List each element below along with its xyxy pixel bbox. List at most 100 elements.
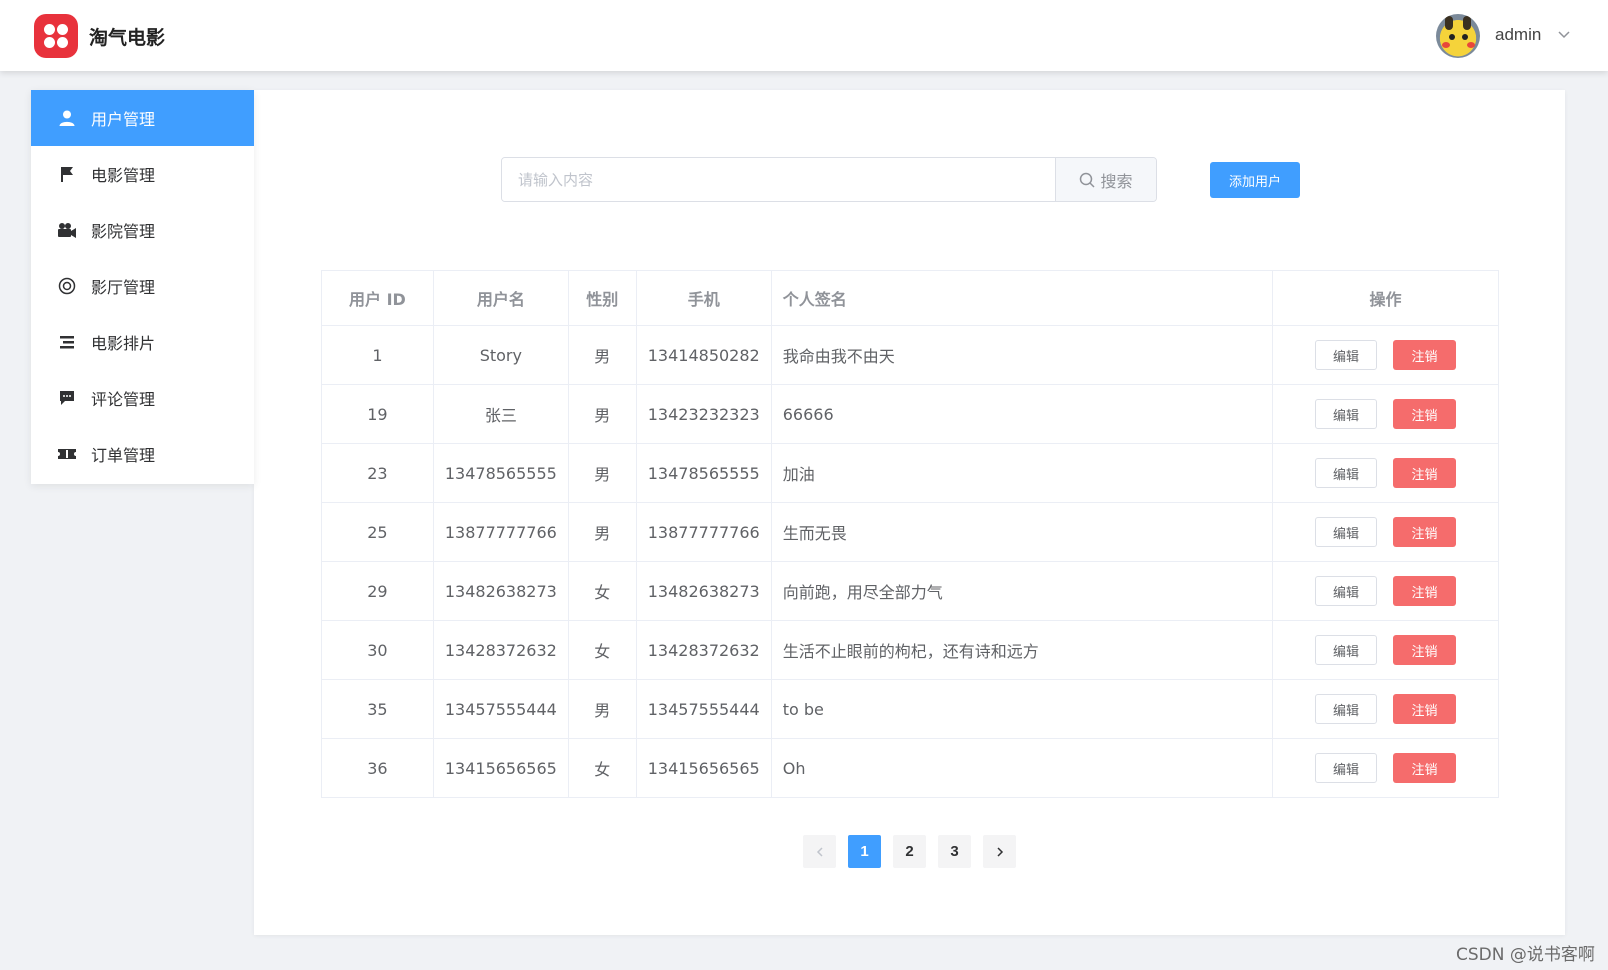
- sidebar-item-hall-management[interactable]: 影厅管理: [31, 258, 254, 314]
- edit-button[interactable]: 编辑: [1315, 399, 1378, 429]
- cell-signature: 66666: [770, 384, 1274, 444]
- cell-phone: 13428372632: [635, 620, 772, 680]
- cell-signature: 生活不止眼前的枸杞，还有诗和远方: [770, 620, 1274, 680]
- table-row: 1 Story 男 13414850282 我命由我不由天 编辑 注销: [321, 325, 1499, 385]
- cell-username: 13457555444: [432, 679, 569, 739]
- chevron-left-icon: [816, 846, 823, 857]
- cell-username: 13482638273: [432, 561, 569, 621]
- avatar[interactable]: [1436, 14, 1480, 58]
- cell-user-id: 19: [321, 384, 434, 444]
- user-table: 用户 ID 用户名 性别 手机 个人签名 操作 1 Story 男 134148502…: [321, 270, 1499, 798]
- sidebar-item-label: 影院管理: [91, 222, 156, 241]
- cell-gender: 男: [567, 443, 637, 503]
- sidebar-item-label: 影厅管理: [91, 278, 156, 297]
- edit-button[interactable]: 编辑: [1315, 340, 1378, 370]
- page-button-2[interactable]: 2: [893, 835, 926, 868]
- deactivate-button[interactable]: 注销: [1393, 517, 1457, 547]
- next-page-button[interactable]: [983, 835, 1016, 868]
- table-row: 36 13415656565 女 13415656565 Oh 编辑 注销: [321, 738, 1499, 798]
- cell-gender: 男: [567, 679, 637, 739]
- cell-signature: Oh: [770, 738, 1274, 798]
- cell-actions: 编辑 注销: [1272, 679, 1499, 739]
- edit-button[interactable]: 编辑: [1315, 517, 1378, 547]
- page-button-1[interactable]: 1: [848, 835, 881, 868]
- pagination: 1 2 3: [803, 835, 1016, 868]
- cell-phone: 13415656565: [635, 738, 772, 798]
- cell-gender: 男: [567, 502, 637, 562]
- edit-button[interactable]: 编辑: [1315, 635, 1378, 665]
- cell-phone: 13478565555: [635, 443, 772, 503]
- search-button[interactable]: 搜索: [1055, 158, 1156, 201]
- table-row: 29 13482638273 女 13482638273 向前跑，用尽全部力气 编辑 注销: [321, 561, 1499, 621]
- sidebar-item-comment-management[interactable]: 评论管理: [31, 370, 254, 426]
- column-header: 性别: [567, 270, 637, 326]
- watermark: CSDN @说书客啊: [1456, 945, 1595, 965]
- page-button-3[interactable]: 3: [938, 835, 971, 868]
- comment-icon: [57, 388, 77, 408]
- search-input[interactable]: [502, 158, 1055, 201]
- cell-username: 张三: [432, 384, 569, 444]
- cell-user-id: 35: [321, 679, 434, 739]
- table-header-row: 用户 ID 用户名 性别 手机 个人签名 操作: [321, 270, 1499, 326]
- cell-user-id: 29: [321, 561, 434, 621]
- deactivate-button[interactable]: 注销: [1393, 458, 1457, 488]
- prev-page-button[interactable]: [803, 835, 836, 868]
- cell-actions: 编辑 注销: [1272, 443, 1499, 503]
- deactivate-button[interactable]: 注销: [1393, 635, 1457, 665]
- sidebar-item-movie-schedule[interactable]: 电影排片: [31, 314, 254, 370]
- sidebar-item-order-management[interactable]: 订单管理: [31, 426, 254, 482]
- chevron-right-icon: [996, 846, 1003, 857]
- column-header: 手机: [635, 270, 772, 326]
- edit-button[interactable]: 编辑: [1315, 458, 1378, 488]
- search-button-label: 搜索: [1100, 171, 1133, 191]
- ticket-icon: [57, 444, 77, 464]
- cell-signature: 我命由我不由天: [770, 325, 1274, 385]
- help-ring-icon: [57, 276, 77, 296]
- sidebar-item-label: 评论管理: [91, 390, 156, 409]
- cell-actions: 编辑 注销: [1272, 325, 1499, 385]
- chevron-down-icon[interactable]: [1557, 27, 1571, 41]
- sidebar-item-cinema-management[interactable]: 影院管理: [31, 202, 254, 258]
- deactivate-button[interactable]: 注销: [1393, 399, 1457, 429]
- table-row: 30 13428372632 女 13428372632 生活不止眼前的枸杞，还有诗和远…: [321, 620, 1499, 680]
- add-user-button[interactable]: 添加用户: [1210, 162, 1300, 198]
- cell-gender: 女: [567, 561, 637, 621]
- edit-button[interactable]: 编辑: [1315, 576, 1378, 606]
- table-row: 23 13478565555 男 13478565555 加油 编辑 注销: [321, 443, 1499, 503]
- table-row: 35 13457555444 男 13457555444 to be 编辑 注销: [321, 679, 1499, 739]
- deactivate-button[interactable]: 注销: [1393, 340, 1457, 370]
- app-logo[interactable]: [34, 14, 78, 58]
- username-dropdown[interactable]: admin: [1495, 25, 1541, 45]
- cell-phone: 13457555444: [635, 679, 772, 739]
- column-header: 用户名: [432, 270, 569, 326]
- brand-title: 淘气电影: [89, 27, 166, 49]
- flag-icon: [57, 164, 77, 184]
- sidebar-item-movie-management[interactable]: 电影管理: [31, 146, 254, 202]
- deactivate-button[interactable]: 注销: [1393, 576, 1457, 606]
- cell-user-id: 25: [321, 502, 434, 562]
- deactivate-button[interactable]: 注销: [1393, 753, 1457, 783]
- cell-username: Story: [432, 325, 569, 385]
- cell-gender: 男: [567, 384, 637, 444]
- cell-phone: 13423232323: [635, 384, 772, 444]
- video-camera-icon: [57, 220, 77, 240]
- cell-signature: to be: [770, 679, 1274, 739]
- search-bar: 搜索: [501, 157, 1157, 202]
- cell-user-id: 1: [321, 325, 434, 385]
- main-content: 搜索 添加用户 用户 ID 用户名 性别 手机 个人签名 操作 1Story男1…: [254, 90, 1565, 935]
- edit-button[interactable]: 编辑: [1315, 694, 1378, 724]
- search-icon: [1080, 172, 1096, 188]
- cell-gender: 女: [567, 620, 637, 680]
- column-header: 用户 ID: [321, 270, 434, 326]
- sidebar-item-label: 用户管理: [91, 110, 156, 129]
- cell-user-id: 36: [321, 738, 434, 798]
- cell-username: 13415656565: [432, 738, 569, 798]
- cell-gender: 女: [567, 738, 637, 798]
- cell-signature: 生而无畏: [770, 502, 1274, 562]
- cell-actions: 编辑 注销: [1272, 738, 1499, 798]
- sidebar-item-user-management[interactable]: 用户管理: [31, 90, 254, 146]
- sidebar-item-label: 电影管理: [91, 166, 156, 185]
- cell-user-id: 23: [321, 443, 434, 503]
- edit-button[interactable]: 编辑: [1315, 753, 1378, 783]
- deactivate-button[interactable]: 注销: [1393, 694, 1457, 724]
